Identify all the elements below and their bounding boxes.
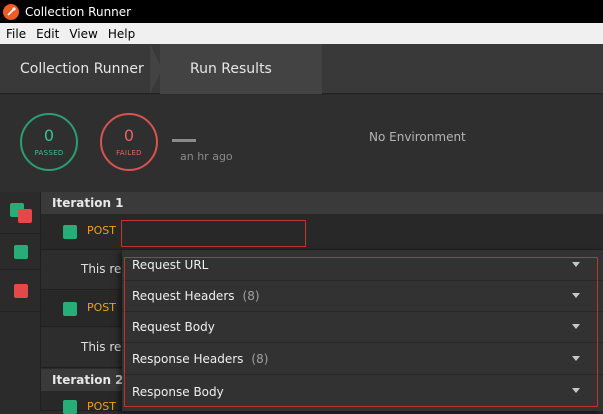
status-cell: [0, 192, 41, 234]
status-column: [0, 192, 41, 411]
menu-view[interactable]: View: [69, 27, 97, 41]
failed-label: FAILED: [116, 149, 142, 157]
iteration-header[interactable]: Iteration 1: [41, 192, 603, 214]
status-cell[interactable]: [0, 234, 41, 270]
breadcrumb-arrow: [312, 44, 322, 94]
method-label: POST: [87, 400, 116, 413]
run-summary: 0 PASSED 0 FAILED an hr ago No Environme…: [0, 95, 603, 192]
menu-help[interactable]: Help: [108, 27, 135, 41]
passed-counter: 0 PASSED: [20, 113, 78, 171]
method-label: POST: [87, 301, 116, 314]
time-dash: [172, 139, 196, 142]
pass-indicator: [63, 302, 77, 316]
fail-indicator: [18, 209, 32, 223]
title-bar: Collection Runner: [0, 0, 603, 23]
method-label: POST: [87, 224, 116, 237]
window-title: Collection Runner: [25, 4, 132, 19]
passed-count: 0: [43, 126, 55, 145]
status-cell[interactable]: [0, 270, 41, 312]
menu-file[interactable]: File: [6, 27, 26, 41]
menu-edit[interactable]: Edit: [36, 27, 59, 41]
menu-bar: File Edit View Help: [0, 23, 603, 44]
pass-indicator: [14, 245, 28, 259]
breadcrumb-collection-runner[interactable]: Collection Runner: [0, 44, 162, 94]
url-highlight-box: [121, 220, 306, 247]
fail-indicator: [14, 284, 28, 298]
breadcrumb: Collection Runner Run Results: [0, 44, 603, 94]
pass-indicator: [63, 225, 77, 239]
dropdown-highlight-box: [124, 257, 598, 407]
failed-counter: 0 FAILED: [100, 113, 158, 171]
pass-indicator: [63, 400, 77, 414]
environment-label: No Environment: [369, 130, 466, 144]
passed-label: PASSED: [34, 149, 64, 157]
breadcrumb-run-results[interactable]: Run Results: [160, 44, 322, 94]
run-time-ago: an hr ago: [180, 150, 233, 163]
failed-count: 0: [123, 126, 135, 145]
postman-icon: [3, 3, 19, 20]
